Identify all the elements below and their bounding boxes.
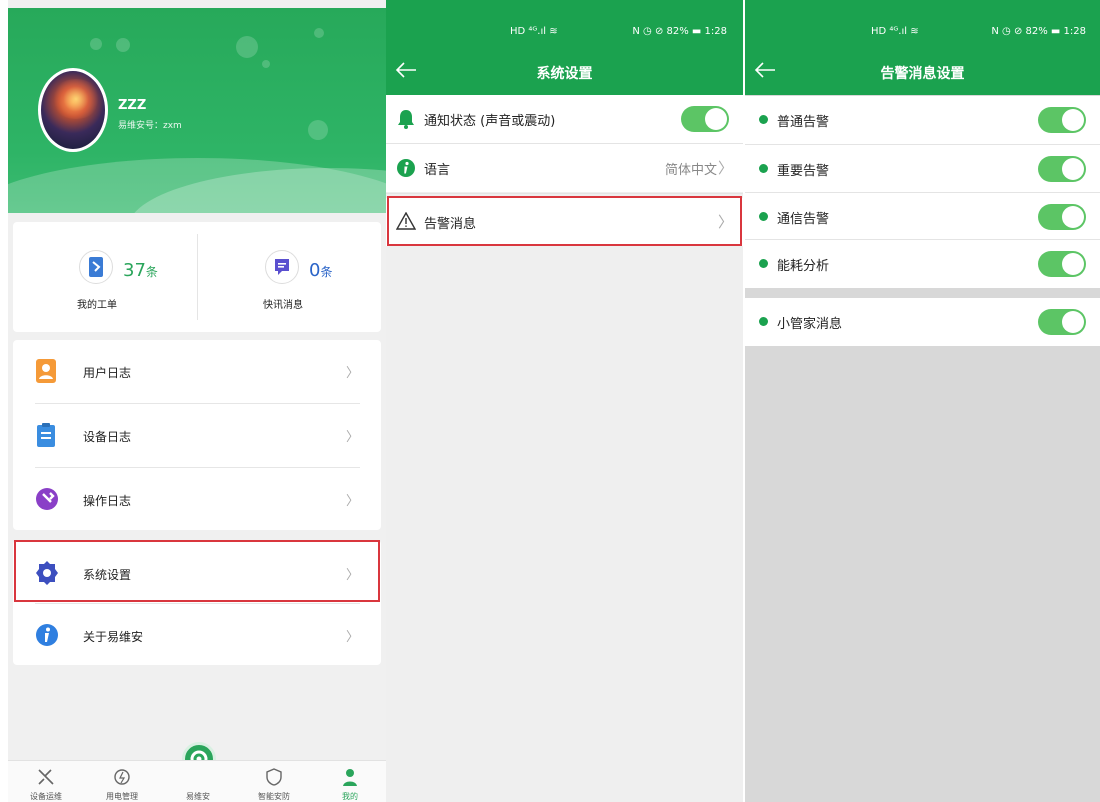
page-title: 系统设置: [536, 66, 593, 82]
normal-alarm-toggle[interactable]: [1038, 107, 1086, 133]
user-log-icon: [35, 358, 57, 384]
bottom-tab-bar: 设备运维 用电管理 易维安 智能安防 我的: [8, 760, 388, 802]
device-log-icon: [35, 422, 57, 448]
power-icon: [112, 767, 132, 787]
language-value: 简体中文: [664, 163, 717, 178]
status-signal: HD ⁴ᴳ.ıl ≋: [871, 26, 919, 37]
setting-label: 能耗分析: [777, 259, 830, 274]
bullet-dot: [759, 259, 768, 268]
notification-toggle[interactable]: [681, 106, 729, 132]
stats-card: 37条 我的工单 0条 快讯消息: [13, 222, 381, 332]
setting-butler-message[interactable]: 小管家消息: [745, 298, 1100, 346]
setting-label: 通知状态 (声音或震动): [424, 114, 556, 129]
profile-screen: ZZZ 易维安号：zxm 37条 我的工单 0条 快讯消息 用户日志 〉 设备日…: [8, 0, 388, 802]
setting-language[interactable]: 语言 简体中文 〉: [386, 144, 743, 192]
comm-alarm-toggle[interactable]: [1038, 204, 1086, 230]
tickets-label: 我的工单: [77, 300, 117, 311]
tab-device-ops[interactable]: 设备运维: [8, 761, 84, 802]
setting-energy-analysis[interactable]: 能耗分析: [745, 240, 1100, 288]
header: HD ⁴ᴳ.ıl ≋ N ◷ ⊘ 82% ▬ 1:28 系统设置: [386, 0, 743, 95]
setting-label: 重要告警: [777, 164, 830, 179]
chevron-right-icon: 〉: [345, 366, 359, 381]
username: ZZZ: [118, 98, 147, 113]
menu-label: 设备日志: [83, 430, 132, 444]
highlight-box: [387, 196, 742, 246]
status-signal: HD ⁴ᴳ.ıl ≋: [510, 26, 558, 37]
menu-label: 操作日志: [83, 494, 132, 508]
info-icon: [396, 158, 416, 182]
menu-item-user-log[interactable]: 用户日志 〉: [13, 340, 381, 403]
important-alarm-toggle[interactable]: [1038, 156, 1086, 182]
setting-important-alarm[interactable]: 重要告警: [745, 145, 1100, 193]
tab-security[interactable]: 智能安防: [236, 761, 312, 802]
tickets-count: 37条: [123, 260, 158, 281]
info-icon: [35, 622, 58, 648]
setting-label: 小管家消息: [777, 317, 843, 332]
tab-me[interactable]: 我的: [312, 761, 388, 802]
operation-log-icon: [35, 486, 58, 512]
menu-item-about[interactable]: 关于易维安 〉: [13, 604, 381, 667]
log-menu: 用户日志 〉 设备日志 〉 操作日志 〉: [13, 340, 381, 530]
bell-icon: [396, 108, 416, 134]
profile-header: ZZZ 易维安号：zxm: [8, 8, 388, 213]
tools-icon: [36, 767, 56, 787]
ticket-icon: [79, 250, 113, 284]
chevron-right-icon: 〉: [345, 430, 359, 445]
chevron-right-icon: 〉: [345, 494, 359, 509]
news-count: 0条: [309, 260, 333, 281]
tab-power[interactable]: 用电管理: [84, 761, 160, 802]
menu-item-device-log[interactable]: 设备日志 〉: [13, 404, 381, 467]
chevron-right-icon: 〉: [717, 159, 733, 177]
chevron-right-icon: 〉: [345, 630, 359, 645]
bullet-dot: [759, 212, 768, 221]
setting-notification[interactable]: 通知状态 (声音或震动): [386, 95, 743, 143]
page-title: 告警消息设置: [880, 66, 965, 82]
news-stat[interactable]: 0条 快讯消息: [197, 222, 381, 332]
menu-label: 用户日志: [83, 366, 132, 380]
energy-analysis-toggle[interactable]: [1038, 251, 1086, 277]
system-settings-screen: HD ⁴ᴳ.ıl ≋ N ◷ ⊘ 82% ▬ 1:28 系统设置 通知状态 (声…: [386, 0, 743, 802]
highlight-box: [14, 540, 380, 602]
alarm-settings-screen: HD ⁴ᴳ.ıl ≋ N ◷ ⊘ 82% ▬ 1:28 告警消息设置 普通告警 …: [745, 0, 1100, 802]
avatar[interactable]: [38, 68, 108, 152]
butler-message-toggle[interactable]: [1038, 309, 1086, 335]
shield-icon: [264, 767, 284, 787]
news-label: 快讯消息: [263, 300, 303, 311]
menu-item-operation-log[interactable]: 操作日志 〉: [13, 468, 381, 531]
setting-label: 语言: [424, 163, 451, 178]
header: HD ⁴ᴳ.ıl ≋ N ◷ ⊘ 82% ▬ 1:28 告警消息设置: [745, 0, 1100, 95]
setting-label: 普通告警: [777, 115, 830, 130]
account-id: 易维安号：zxm: [118, 121, 182, 131]
setting-normal-alarm[interactable]: 普通告警: [745, 96, 1100, 144]
bullet-dot: [759, 317, 768, 326]
message-icon: [265, 250, 299, 284]
status-battery-time: N ◷ ⊘ 82% ▬ 1:28: [632, 26, 727, 37]
menu-label: 关于易维安: [83, 630, 144, 644]
setting-label: 通信告警: [777, 212, 830, 227]
setting-comm-alarm[interactable]: 通信告警: [745, 193, 1100, 241]
person-icon: [340, 767, 360, 787]
tab-app[interactable]: 易维安: [160, 761, 236, 802]
my-tickets-stat[interactable]: 37条 我的工单: [13, 222, 197, 332]
status-battery-time: N ◷ ⊘ 82% ▬ 1:28: [991, 26, 1086, 37]
bullet-dot: [759, 164, 768, 173]
bullet-dot: [759, 115, 768, 124]
